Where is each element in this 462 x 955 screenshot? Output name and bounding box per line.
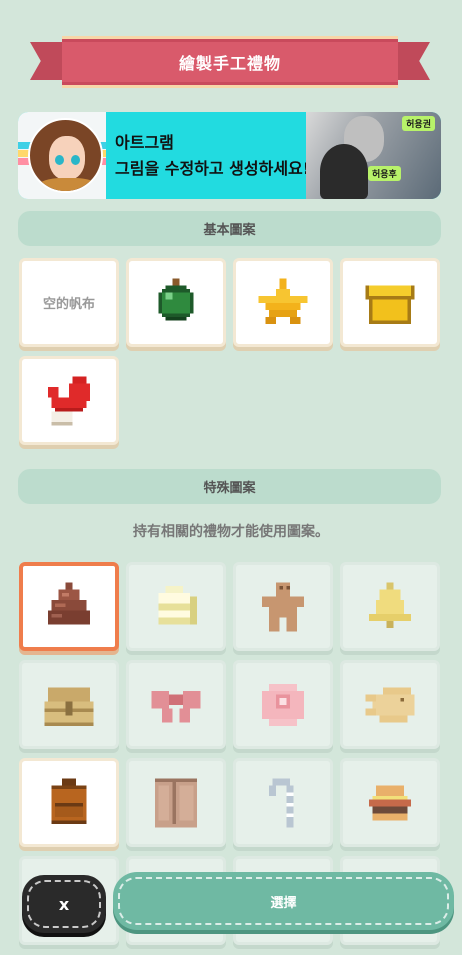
candy-cane-icon [269,778,294,827]
tile-blank-canvas[interactable]: 空的帆布 [19,258,119,347]
poop-icon [48,582,90,624]
tile-yellow-box[interactable] [340,258,440,347]
tile-green-ornament[interactable] [126,258,226,347]
tile-candy-cane[interactable] [233,758,333,847]
treasure-chest-icon [44,687,94,726]
banner-avatar [28,118,103,193]
header-ribbon: 繪製手工禮物 [30,36,430,92]
cancel-button[interactable]: x [22,875,106,933]
ribbon-band: 繪製手工禮物 [62,36,398,88]
banner-tag-bottom: 허용후 [368,166,401,181]
banner-tagline: 그림을 수정하고 생성하세요! [115,159,311,178]
section-header-basic: 基本圖案 [18,211,441,246]
green-ornament-icon [158,278,194,320]
page-title: 繪製手工禮物 [178,54,281,73]
cake-slice-icon [158,585,197,624]
tile-treasure-chest[interactable] [19,660,119,749]
red-mitten-icon [48,376,90,425]
tile-poop[interactable] [19,562,119,651]
select-label: 選擇 [270,895,297,911]
tile-rose[interactable] [233,660,333,749]
tile-ribbon-bow[interactable] [126,660,226,749]
gingerbread-man-icon [262,582,304,631]
select-button[interactable]: 選擇 [113,872,454,930]
burger-icon [369,785,411,820]
ribbon-bow-icon [151,690,201,722]
wardrobe-icon [155,778,197,827]
blank-canvas-label: 空的帆布 [42,297,95,312]
tile-gingerbread[interactable] [233,562,333,651]
special-hint-text: 持有相關的禮物才能使用圖案。 [133,524,329,540]
tile-backpack[interactable] [19,758,119,847]
ad-banner[interactable]: 아트그램 그림을 수정하고 생성하세요! 허용권 허용후 [18,112,441,199]
taiyaki-icon [365,687,415,722]
banner-artwork: 허용권 허용후 [306,112,441,199]
yellow-box-icon [365,285,415,324]
tile-bell[interactable] [340,562,440,651]
star-icon [258,278,308,324]
tile-red-mitten[interactable] [19,356,119,445]
banner-text: 아트그램 그림을 수정하고 생성하세요! [115,130,310,182]
cancel-label: x [58,894,70,914]
banner-tag-top: 허용권 [402,116,435,131]
tile-star[interactable] [233,258,333,347]
rose-icon [262,683,304,726]
banner-app-name: 아트그램 [115,133,174,152]
tile-burger[interactable] [340,758,440,847]
backpack-icon [51,778,87,824]
tile-taiyaki[interactable] [340,660,440,749]
bell-icon [369,582,411,628]
tile-cake-slice[interactable] [126,562,226,651]
tile-wardrobe[interactable] [126,758,226,847]
section-header-special: 特殊圖案 [18,469,441,504]
